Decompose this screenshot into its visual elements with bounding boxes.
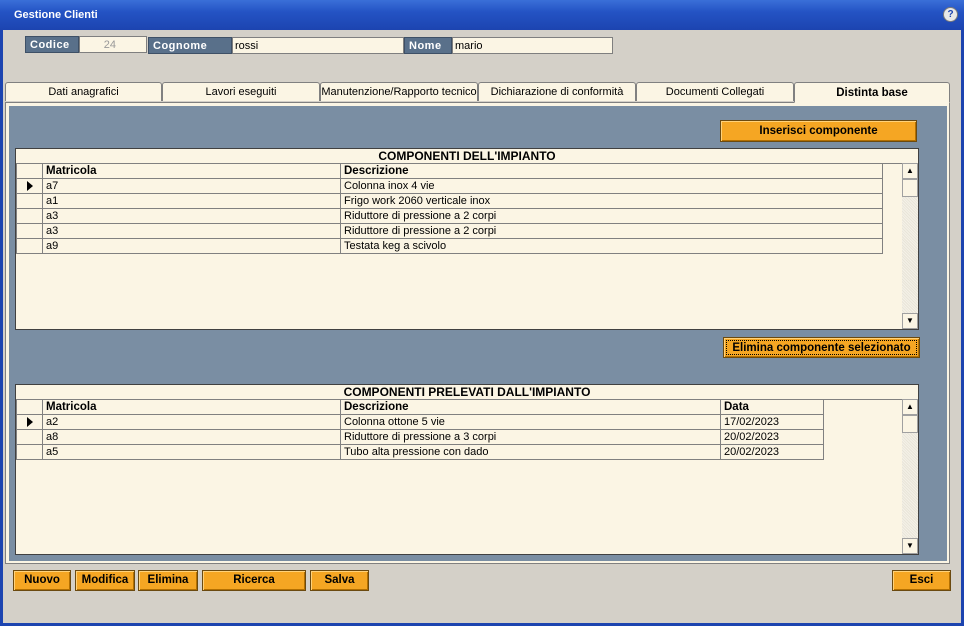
row-selector[interactable] [16, 193, 43, 209]
ricerca-button[interactable]: Ricerca [202, 570, 306, 591]
cell-descrizione[interactable]: Riduttore di pressione a 2 corpi [340, 208, 883, 224]
cell-matricola[interactable]: a3 [42, 223, 341, 239]
column-matricola[interactable]: Matricola [42, 399, 341, 415]
tab-dichiarazione[interactable]: Dichiarazione di conformità [478, 82, 636, 101]
modifica-button[interactable]: Modifica [75, 570, 135, 591]
components-table: Matricola Descrizione a7 Colonna inox 4 … [16, 163, 883, 254]
table-row[interactable]: a3 Riduttore di pressione a 2 corpi [16, 223, 883, 239]
column-descrizione[interactable]: Descrizione [340, 399, 721, 415]
cell-descrizione[interactable]: Colonna ottone 5 vie [340, 414, 721, 430]
column-matricola[interactable]: Matricola [42, 163, 341, 179]
table-row[interactable]: a3 Riduttore di pressione a 2 corpi [16, 208, 883, 224]
row-selector[interactable] [16, 238, 43, 254]
salva-button[interactable]: Salva [310, 570, 369, 591]
codice-field[interactable]: 24 [79, 36, 147, 53]
row-pointer-icon [26, 181, 33, 192]
removed-table: Matricola Descrizione Data a2 Colonna ot… [16, 399, 824, 460]
removed-grid-title: COMPONENTI PRELEVATI DALL'IMPIANTO [16, 385, 918, 400]
removed-components-grid: COMPONENTI PRELEVATI DALL'IMPIANTO Matri… [15, 384, 919, 555]
components-scrollbar[interactable]: ▲ ▼ [902, 163, 918, 329]
column-descrizione[interactable]: Descrizione [340, 163, 883, 179]
cell-matricola[interactable]: a7 [42, 178, 341, 194]
column-data[interactable]: Data [720, 399, 824, 415]
cell-matricola[interactable]: a2 [42, 414, 341, 430]
table-row[interactable]: a2 Colonna ottone 5 vie 17/02/2023 [16, 414, 824, 430]
insert-component-button[interactable]: Inserisci componente [720, 120, 917, 142]
cell-matricola[interactable]: a5 [42, 444, 341, 460]
row-selector[interactable] [16, 208, 43, 224]
title-bar: Gestione Clienti ? [0, 0, 964, 30]
row-selector[interactable] [16, 444, 43, 460]
delete-selected-component-button[interactable]: Elimina componente selezionato [723, 337, 920, 358]
cell-matricola[interactable]: a1 [42, 193, 341, 209]
tab-documenti-collegati[interactable]: Documenti Collegati [636, 82, 794, 101]
scroll-down-icon[interactable]: ▼ [902, 538, 918, 554]
cell-descrizione[interactable]: Colonna inox 4 vie [340, 178, 883, 194]
tab-manutenzione[interactable]: Manutenzione/Rapporto tecnico [320, 82, 478, 101]
nome-field[interactable]: mario [452, 37, 613, 54]
table-row[interactable]: a7 Colonna inox 4 vie [16, 178, 883, 194]
cell-descrizione[interactable]: Riduttore di pressione a 2 corpi [340, 223, 883, 239]
table-row[interactable]: a5 Tubo alta pressione con dado 20/02/20… [16, 444, 824, 460]
cell-matricola[interactable]: a3 [42, 208, 341, 224]
scroll-down-icon[interactable]: ▼ [902, 313, 918, 329]
components-grid-title: COMPONENTI DELL'IMPIANTO [16, 149, 918, 164]
cognome-label: Cognome [148, 37, 232, 54]
window-title: Gestione Clienti [14, 9, 98, 21]
row-selector[interactable] [16, 223, 43, 239]
scroll-up-icon[interactable]: ▲ [902, 399, 918, 415]
tab-lavori-eseguiti[interactable]: Lavori eseguiti [162, 82, 320, 101]
scroll-up-icon[interactable]: ▲ [902, 163, 918, 179]
help-icon[interactable]: ? [943, 7, 958, 22]
table-row[interactable]: a9 Testata keg a scivolo [16, 238, 883, 254]
nuovo-button[interactable]: Nuovo [13, 570, 71, 591]
row-selector[interactable] [16, 178, 43, 194]
row-pointer-icon [26, 417, 33, 428]
nome-label: Nome [404, 37, 452, 54]
tab-dati-anagrafici[interactable]: Dati anagrafici [5, 82, 162, 101]
cell-data[interactable]: 17/02/2023 [720, 414, 824, 430]
cell-data[interactable]: 20/02/2023 [720, 444, 824, 460]
cell-descrizione[interactable]: Frigo work 2060 verticale inox [340, 193, 883, 209]
cell-descrizione[interactable]: Tubo alta pressione con dado [340, 444, 721, 460]
codice-label: Codice [25, 36, 79, 53]
cell-matricola[interactable]: a9 [42, 238, 341, 254]
scroll-thumb[interactable] [902, 415, 918, 433]
cognome-field[interactable]: rossi [232, 37, 404, 54]
table-row[interactable]: a8 Riduttore di pressione a 3 corpi 20/0… [16, 429, 824, 445]
cell-descrizione[interactable]: Testata keg a scivolo [340, 238, 883, 254]
cell-data[interactable]: 20/02/2023 [720, 429, 824, 445]
cell-descrizione[interactable]: Riduttore di pressione a 3 corpi [340, 429, 721, 445]
components-grid: COMPONENTI DELL'IMPIANTO Matricola Descr… [15, 148, 919, 330]
removed-scrollbar[interactable]: ▲ ▼ [902, 399, 918, 554]
cell-matricola[interactable]: a8 [42, 429, 341, 445]
row-selector[interactable] [16, 429, 43, 445]
esci-button[interactable]: Esci [892, 570, 951, 591]
row-selector[interactable] [16, 414, 43, 430]
elimina-button[interactable]: Elimina [138, 570, 198, 591]
table-row[interactable]: a1 Frigo work 2060 verticale inox [16, 193, 883, 209]
tab-distinta-base[interactable]: Distinta base [794, 82, 950, 103]
scroll-thumb[interactable] [902, 179, 918, 197]
